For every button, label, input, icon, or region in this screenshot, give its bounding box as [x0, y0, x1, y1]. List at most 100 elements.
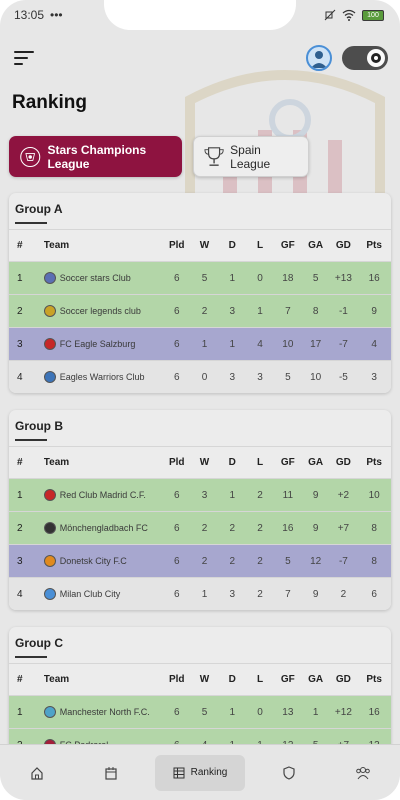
team-crest-icon [43, 522, 56, 534]
table-row[interactable]: 3 FC Eagle Salzburg 6 1 1 4 10 17 -7 4 [9, 327, 391, 360]
nav-clubs[interactable] [259, 755, 319, 791]
goals-against-cell: 9 [312, 489, 319, 501]
points-cell: 6 [371, 588, 377, 600]
team-name: Eagles Warriors Club [59, 372, 145, 382]
losses-cell: 3 [257, 371, 263, 383]
header-ga: GA [308, 240, 324, 251]
played-cell: 6 [173, 588, 180, 600]
nav-players[interactable] [333, 755, 393, 791]
page-title: Ranking [12, 92, 87, 113]
table-row[interactable]: 2 Mönchengladbach FC 6 2 2 2 16 9 +7 8 [9, 511, 391, 544]
tab-spain-league[interactable]: Spain League [193, 136, 309, 177]
team-name: Donetsk City F.C [59, 556, 127, 566]
goals-against-cell: 8 [312, 305, 319, 317]
top-app-bar [0, 40, 400, 76]
wins-cell: 2 [201, 305, 208, 317]
wins-cell: 1 [201, 588, 208, 600]
team-crest-icon [43, 371, 56, 383]
losses-cell: 2 [257, 555, 263, 567]
wins-cell: 5 [201, 272, 208, 284]
mute-icon [324, 9, 336, 21]
goals-for-cell: 11 [282, 489, 294, 501]
table-row[interactable]: 4 Milan Club City 6 1 3 2 7 9 2 6 [9, 577, 391, 610]
goals-for-cell: 5 [285, 371, 291, 383]
wins-cell: 0 [201, 371, 208, 383]
team-name: Manchester North F.C. [59, 707, 150, 717]
nav-calendar[interactable] [81, 755, 141, 791]
header-gd: GD [335, 240, 351, 251]
header-l: L [257, 240, 264, 251]
header-gf: GF [280, 457, 295, 468]
points-cell: 16 [368, 272, 380, 284]
goals-for-cell: 16 [282, 522, 294, 534]
losses-cell: 2 [257, 522, 263, 534]
team-name: FC Eagle Salzburg [59, 339, 136, 349]
wins-cell: 2 [201, 555, 208, 567]
wins-cell: 1 [201, 338, 208, 350]
group-title: Group C [9, 627, 391, 663]
tab-stars-champions-league[interactable]: Stars Champions League [9, 136, 182, 177]
goal-difference-cell: +12 [334, 706, 352, 718]
losses-cell: 1 [257, 305, 263, 317]
draws-cell: 3 [229, 371, 236, 383]
rank-cell: 1 [17, 489, 23, 501]
wins-cell: 2 [201, 522, 208, 534]
team-crest-icon [43, 489, 56, 501]
header-team: Team [43, 457, 70, 468]
wins-cell: 5 [201, 706, 208, 718]
league-tab-label: Stars Champions League [47, 142, 147, 171]
losses-cell: 0 [257, 706, 263, 718]
team-cell: FC Eagle Salzburg [43, 338, 163, 350]
played-cell: 6 [173, 371, 180, 383]
header-gf: GF [280, 240, 295, 251]
header-d: D [228, 240, 236, 251]
rank-cell: 1 [17, 706, 23, 718]
league-tabs: Stars Champions League Spain League [9, 136, 309, 177]
header-ga: GA [308, 457, 324, 468]
table-row[interactable]: 2 Soccer legends club 6 2 3 1 7 8 -1 9 [9, 294, 391, 327]
draws-cell: 3 [229, 305, 236, 317]
bottom-navigation: Ranking [0, 744, 400, 800]
nav-ranking[interactable]: Ranking [155, 754, 245, 791]
rank-cell: 3 [17, 338, 23, 350]
group-card-b: Group B # Team Pld W D L GF GA GD Pts 1 R… [9, 410, 391, 610]
table-row[interactable]: 1 Manchester North F.C. 6 5 1 0 13 1 +12 16 [9, 695, 391, 728]
header-pld: Pld [168, 674, 185, 685]
played-cell: 6 [173, 522, 180, 534]
menu-icon[interactable] [14, 48, 38, 68]
nav-home[interactable] [7, 755, 67, 791]
points-cell: 10 [368, 489, 380, 501]
goals-against-cell: 17 [310, 338, 322, 350]
table-row[interactable]: 1 Red Club Madrid C.F. 6 3 1 2 11 9 +2 10 [9, 478, 391, 511]
losses-cell: 2 [257, 489, 263, 501]
header-pld: Pld [168, 457, 185, 468]
goal-difference-cell: -5 [338, 371, 348, 383]
header-ga: GA [308, 674, 324, 685]
team-cell: Milan Club City [43, 588, 163, 600]
status-time: 13:05 [14, 8, 45, 22]
table-header-row: # Team Pld W D L GF GA GD Pts [9, 663, 391, 695]
table-row[interactable]: 4 Eagles Warriors Club 6 0 3 3 5 10 -5 3 [9, 360, 391, 393]
points-cell: 4 [371, 338, 377, 350]
wins-cell: 3 [201, 489, 208, 501]
draws-cell: 3 [229, 588, 236, 600]
group-card-a: Group A # Team Pld W D L GF GA GD Pts 1 S… [9, 193, 391, 393]
points-cell: 16 [368, 706, 380, 718]
goals-for-cell: 7 [285, 588, 291, 600]
header-l: L [257, 457, 264, 468]
table-row[interactable]: 3 Donetsk City F.C 6 2 2 2 5 12 -7 8 [9, 544, 391, 577]
table-header-row: # Team Pld W D L GF GA GD Pts [9, 229, 391, 261]
table-row[interactable]: 1 Soccer stars Club 6 5 1 0 18 5 +13 16 [9, 261, 391, 294]
goal-difference-cell: -1 [338, 305, 348, 317]
theme-toggle[interactable] [342, 46, 388, 70]
losses-cell: 4 [257, 338, 263, 350]
user-avatar[interactable] [306, 45, 332, 71]
league-tab-label: Spain League [230, 142, 271, 171]
header-rank: # [17, 457, 23, 468]
rank-cell: 4 [17, 588, 23, 600]
goals-for-cell: 10 [282, 338, 294, 350]
header-d: D [228, 674, 236, 685]
points-cell: 8 [371, 555, 377, 567]
user-icon [311, 51, 327, 68]
rank-cell: 2 [17, 522, 23, 534]
